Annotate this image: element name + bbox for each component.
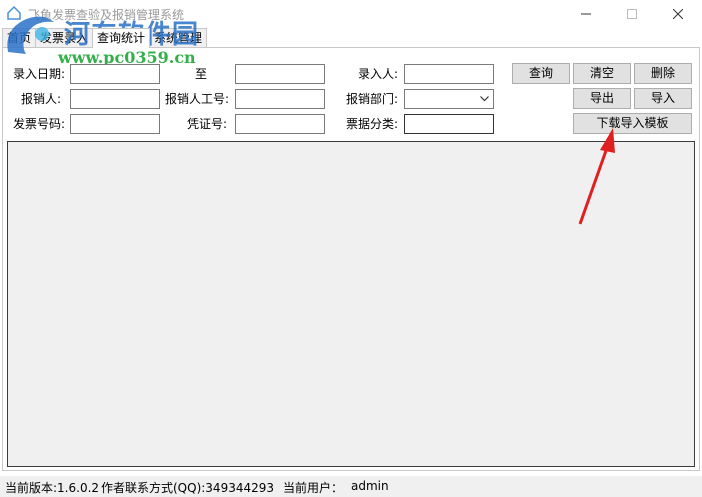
- delete-button[interactable]: 删除: [634, 63, 692, 84]
- tab-home[interactable]: 首页: [2, 28, 37, 47]
- minimize-icon: [581, 13, 591, 15]
- current-user-value: admin: [351, 479, 389, 493]
- version-text: 当前版本:1.6.0.2: [5, 481, 100, 495]
- department-select[interactable]: [404, 89, 494, 109]
- to-label: 至: [195, 67, 208, 81]
- current-user-label: 当前用户：: [283, 481, 344, 495]
- query-button[interactable]: 查询: [512, 63, 570, 84]
- app-icon: [6, 5, 22, 21]
- close-button[interactable]: [655, 0, 701, 28]
- title-bar: 飞鱼发票查验及报销管理系统: [0, 0, 702, 28]
- doc-category-label: 票据分类:: [346, 117, 399, 131]
- voucher-no-input[interactable]: [235, 114, 325, 134]
- reimburser-label: 报销人:: [21, 92, 62, 106]
- invoice-no-label: 发票号码:: [13, 117, 66, 131]
- entry-date-to-input[interactable]: [235, 64, 325, 84]
- reimburser-id-label: 报销人工号:: [165, 92, 230, 106]
- tab-invoice-entry[interactable]: 发票录入: [35, 28, 94, 47]
- chevron-down-icon: [480, 96, 489, 102]
- tab-system-management[interactable]: 系统管理: [149, 28, 208, 47]
- status-bar: 当前版本:1.6.0.2 作者联系方式(QQ):349344293 当前用户： …: [0, 476, 702, 497]
- maximize-icon: [627, 9, 637, 19]
- contact-text: 作者联系方式(QQ):349344293: [101, 481, 275, 495]
- doc-category-input[interactable]: [404, 114, 494, 134]
- window-title: 飞鱼发票查验及报销管理系统: [28, 8, 185, 22]
- maximize-button[interactable]: [609, 0, 655, 28]
- reimburser-input[interactable]: [70, 89, 160, 109]
- department-label: 报销部门:: [346, 92, 399, 106]
- entry-person-input[interactable]: [404, 64, 494, 84]
- tab-strip: 首页 发票录入 查询统计 系统管理: [2, 28, 208, 48]
- download-template-button[interactable]: 下载导入模板: [573, 113, 692, 134]
- entry-date-from-input[interactable]: [70, 64, 160, 84]
- reimburser-id-input[interactable]: [235, 89, 325, 109]
- entry-date-label: 录入日期:: [13, 67, 66, 81]
- results-grid[interactable]: [7, 141, 695, 467]
- minimize-button[interactable]: [563, 0, 609, 28]
- export-button[interactable]: 导出: [573, 88, 631, 109]
- invoice-no-input[interactable]: [70, 114, 160, 134]
- close-icon: [673, 9, 683, 19]
- entry-person-label: 录入人:: [358, 67, 399, 81]
- voucher-no-label: 凭证号:: [187, 117, 228, 131]
- clear-button[interactable]: 清空: [573, 63, 631, 84]
- import-button[interactable]: 导入: [634, 88, 692, 109]
- tab-query-statistics[interactable]: 查询统计: [92, 28, 151, 48]
